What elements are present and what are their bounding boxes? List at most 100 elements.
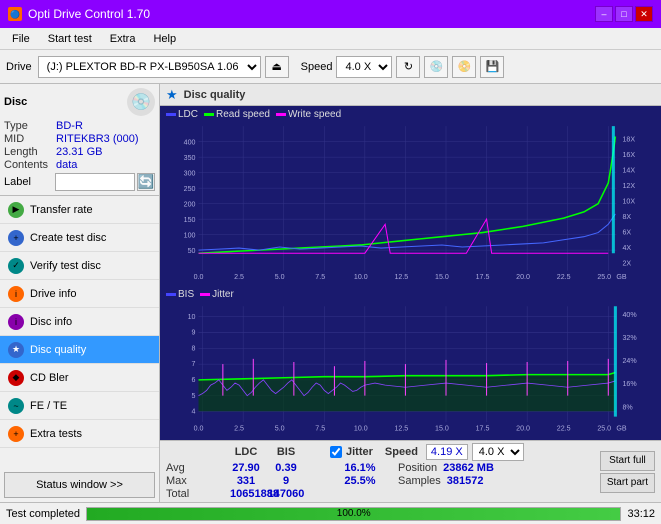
nav-disc-info-label: Disc info xyxy=(30,316,72,328)
disc-button1[interactable]: 💿 xyxy=(424,56,448,78)
nav-create-test-disc-label: Create test disc xyxy=(30,232,106,244)
nav-cd-bler[interactable]: ◆ CD Bler xyxy=(0,364,159,392)
nav-verify-test-disc[interactable]: ✓ Verify test disc xyxy=(0,252,159,280)
save-button[interactable]: 💾 xyxy=(480,56,504,78)
svg-text:20.0: 20.0 xyxy=(516,424,530,433)
write-speed-legend-label: Write speed xyxy=(288,109,341,120)
svg-text:10: 10 xyxy=(188,312,196,321)
nav-transfer-rate[interactable]: ▶ Transfer rate xyxy=(0,196,159,224)
bottom-chart-wrapper: BIS Jitter xyxy=(162,288,659,438)
menu-file[interactable]: File xyxy=(4,31,38,47)
write-speed-legend-color xyxy=(276,113,286,116)
svg-text:20.0: 20.0 xyxy=(516,273,530,281)
position-label: Position xyxy=(398,462,437,474)
disc-info-icon: i xyxy=(8,314,24,330)
menu-extra[interactable]: Extra xyxy=(102,31,144,47)
nav-create-test-disc[interactable]: + Create test disc xyxy=(0,224,159,252)
cd-bler-icon: ◆ xyxy=(8,370,24,386)
samples-value: 381572 xyxy=(447,475,484,487)
maximize-button[interactable]: □ xyxy=(615,6,633,22)
svg-text:17.5: 17.5 xyxy=(476,424,490,433)
top-chart: 400 350 300 250 200 150 100 50 18X 16X 1… xyxy=(162,121,659,286)
svg-text:6X: 6X xyxy=(622,229,631,237)
speed-header: Speed xyxy=(385,446,418,458)
verify-test-disc-icon: ✓ xyxy=(8,258,24,274)
jitter-legend-color xyxy=(200,293,210,296)
nav-disc-info[interactable]: i Disc info xyxy=(0,308,159,336)
minimize-button[interactable]: – xyxy=(595,6,613,22)
disc-quality-header: ★ Disc quality xyxy=(160,84,661,106)
label-refresh-btn[interactable]: 🔄 xyxy=(137,173,155,191)
bottom-chart: 10 9 8 7 6 5 4 40% 32% 24% 16% 8% xyxy=(162,301,659,438)
mid-label: MID xyxy=(4,133,56,145)
transfer-rate-icon: ▶ xyxy=(8,202,24,218)
svg-text:12.5: 12.5 xyxy=(394,273,408,281)
disc-type-row: Type BD-R xyxy=(4,120,155,132)
eject-button[interactable]: ⏏ xyxy=(265,56,289,78)
svg-text:400: 400 xyxy=(184,139,196,147)
top-chart-svg: 400 350 300 250 200 150 100 50 18X 16X 1… xyxy=(162,121,659,286)
charts-container: LDC Read speed Write speed xyxy=(160,106,661,440)
app-title: Opti Drive Control 1.70 xyxy=(28,7,150,21)
jitter-legend-label: Jitter xyxy=(212,289,234,300)
fe-te-icon: ~ xyxy=(8,398,24,414)
menu-help[interactable]: Help xyxy=(145,31,184,47)
type-label: Type xyxy=(4,120,56,132)
svg-text:25.0: 25.0 xyxy=(597,424,611,433)
max-label: Max xyxy=(166,475,226,487)
start-full-button[interactable]: Start full xyxy=(600,451,655,471)
bis-legend-color xyxy=(166,293,176,296)
avg-label: Avg xyxy=(166,462,226,474)
svg-text:10.0: 10.0 xyxy=(354,424,368,433)
ldc-legend: LDC xyxy=(166,109,198,120)
disc-quality-icon: ★ xyxy=(8,342,24,358)
speed-current-value: 4.19 X xyxy=(426,444,468,460)
nav-disc-quality[interactable]: ★ Disc quality xyxy=(0,336,159,364)
total-bis: 147060 xyxy=(266,488,306,500)
svg-text:5.0: 5.0 xyxy=(275,273,285,281)
svg-text:17.5: 17.5 xyxy=(476,273,490,281)
svg-text:5.0: 5.0 xyxy=(275,424,285,433)
svg-text:16X: 16X xyxy=(622,151,635,159)
jitter-checkbox[interactable] xyxy=(330,446,342,458)
speed-dropdown[interactable]: 4.0 X2.0 X8.0 X xyxy=(472,443,524,461)
speed-label: Speed xyxy=(301,61,333,73)
nav-drive-info[interactable]: i Drive info xyxy=(0,280,159,308)
nav-fe-te[interactable]: ~ FE / TE xyxy=(0,392,159,420)
label-input[interactable] xyxy=(55,173,135,191)
svg-text:40%: 40% xyxy=(622,310,637,319)
toolbar: Drive (J:) PLEXTOR BD-R PX-LB950SA 1.06 … xyxy=(0,50,661,84)
svg-text:12X: 12X xyxy=(622,182,635,190)
drive-select[interactable]: (J:) PLEXTOR BD-R PX-LB950SA 1.06 xyxy=(38,56,261,78)
nav-extra-tests[interactable]: + Extra tests xyxy=(0,420,159,448)
total-row: Total 10651888 147060 xyxy=(166,488,524,500)
svg-text:0.0: 0.0 xyxy=(194,424,204,433)
svg-text:0.0: 0.0 xyxy=(194,273,204,281)
type-value: BD-R xyxy=(56,120,155,132)
bottom-chart-svg: 10 9 8 7 6 5 4 40% 32% 24% 16% 8% xyxy=(162,301,659,438)
start-part-button[interactable]: Start part xyxy=(600,473,655,493)
disc-button2[interactable]: 📀 xyxy=(452,56,476,78)
bottom-chart-legend: BIS Jitter xyxy=(162,288,659,301)
svg-text:8X: 8X xyxy=(622,213,631,221)
avg-row: Avg 27.90 0.39 16.1% Position 23862 MB xyxy=(166,462,524,474)
status-window-btn[interactable]: Status window >> xyxy=(4,472,155,498)
disc-length-row: Length 23.31 GB xyxy=(4,146,155,158)
speed-select[interactable]: 4.0 X 2.0 X 8.0 X xyxy=(336,56,392,78)
close-button[interactable]: ✕ xyxy=(635,6,653,22)
main-container: Disc 💿 Type BD-R MID RITEKBR3 (000) Leng… xyxy=(0,84,661,502)
svg-text:6: 6 xyxy=(192,375,196,384)
window-controls: – □ ✕ xyxy=(595,6,653,22)
contents-value: data xyxy=(56,159,155,171)
disc-avatar: 💿 xyxy=(127,88,155,116)
start-buttons: Start full Start part xyxy=(600,451,655,493)
svg-text:150: 150 xyxy=(184,216,196,224)
refresh-button[interactable]: ↻ xyxy=(396,56,420,78)
extra-tests-icon: + xyxy=(8,426,24,442)
nav-disc-quality-label: Disc quality xyxy=(30,344,86,356)
nav-items: ▶ Transfer rate + Create test disc ✓ Ver… xyxy=(0,196,159,468)
menu-start-test[interactable]: Start test xyxy=(40,31,100,47)
svg-text:16%: 16% xyxy=(622,379,637,388)
svg-text:5: 5 xyxy=(192,391,196,400)
svg-text:4: 4 xyxy=(192,407,196,416)
